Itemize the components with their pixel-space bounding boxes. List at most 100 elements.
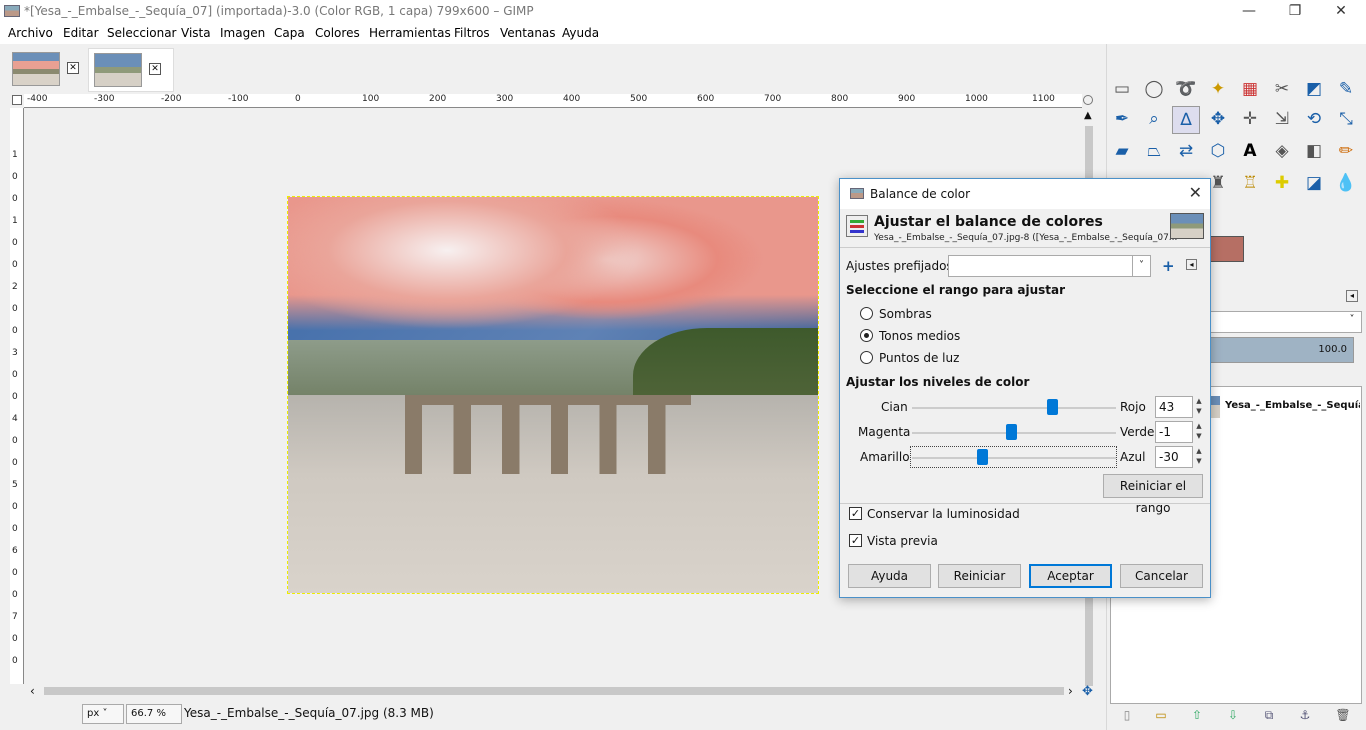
preserve-luminosity-label[interactable]: Conservar la luminosidad xyxy=(867,507,1020,521)
image-tab-2[interactable]: ✕ xyxy=(88,48,174,92)
scroll-up-icon[interactable]: ▲ xyxy=(1084,110,1092,121)
preset-menu-icon[interactable]: ◂ xyxy=(1186,259,1197,270)
new-layer-group-icon[interactable]: ▭ xyxy=(1151,708,1171,724)
cancel-button[interactable]: Cancelar xyxy=(1120,564,1203,588)
reset-range-button[interactable]: Reiniciar el rango xyxy=(1103,474,1203,515)
blur-icon[interactable]: ◪ xyxy=(1300,170,1328,198)
scissors-icon[interactable]: ✂ xyxy=(1268,76,1296,104)
color-picker-icon[interactable]: ✒ xyxy=(1108,106,1136,134)
yellow-blue-slider[interactable] xyxy=(912,457,1116,459)
foreground-color-swatch[interactable] xyxy=(1208,236,1244,262)
move-icon[interactable]: ✥ xyxy=(1204,106,1232,134)
close-window-button[interactable]: ✕ xyxy=(1318,0,1364,24)
foreground-select-icon[interactable]: ◩ xyxy=(1300,76,1328,104)
reset-button[interactable]: Reiniciar xyxy=(938,564,1021,588)
shear-icon[interactable]: ▰ xyxy=(1108,138,1136,166)
maximize-button[interactable]: ❐ xyxy=(1272,0,1318,24)
perspective-clone-icon[interactable]: ✚ xyxy=(1268,170,1296,198)
menu-archivo[interactable]: Archivo xyxy=(8,26,53,40)
text-icon[interactable]: A xyxy=(1236,138,1264,166)
cyan-red-value[interactable]: 43 xyxy=(1155,396,1193,418)
menu-filtros[interactable]: Filtros xyxy=(454,26,490,40)
transform-icon[interactable]: ⇲ xyxy=(1268,106,1296,134)
select-by-color-icon[interactable]: ▦ xyxy=(1236,76,1264,104)
tab-close-icon[interactable]: ✕ xyxy=(149,63,161,75)
radio-label-puntos-de-luz[interactable]: Puntos de luz xyxy=(879,351,959,365)
horizontal-scrollbar[interactable]: ‹ › xyxy=(24,684,1082,698)
magenta-green-value[interactable]: -1 xyxy=(1155,421,1193,443)
spin-arrows-icon[interactable]: ▲ ▼ xyxy=(1194,421,1204,443)
cyan-red-slider-thumb[interactable] xyxy=(1047,399,1058,415)
tab-close-icon[interactable]: ✕ xyxy=(67,62,79,74)
help-button[interactable]: Ayuda xyxy=(848,564,931,588)
spin-arrows-icon[interactable]: ▲ ▼ xyxy=(1194,396,1204,418)
add-preset-icon[interactable]: + xyxy=(1162,257,1175,275)
scrollbar-thumb[interactable] xyxy=(44,687,1064,695)
image-canvas[interactable] xyxy=(287,196,819,594)
radio-sombras[interactable] xyxy=(860,307,873,320)
navigate-move-icon[interactable]: ✥ xyxy=(1082,684,1093,699)
dialog-close-button[interactable]: ✕ xyxy=(1189,183,1202,202)
ruler-tick-label: 0 xyxy=(12,656,18,666)
scale-icon[interactable]: ⤡ xyxy=(1332,106,1360,134)
menu-imagen[interactable]: Imagen xyxy=(220,26,265,40)
opacity-field[interactable]: 100.0 xyxy=(1210,337,1354,363)
ok-button[interactable]: Aceptar xyxy=(1029,564,1112,588)
spin-arrows-icon[interactable]: ▲ ▼ xyxy=(1194,446,1204,468)
anchor-layer-icon[interactable]: ⚓ xyxy=(1295,708,1315,724)
panel-menu-icon[interactable]: ◂ xyxy=(1346,290,1358,302)
align-icon[interactable]: ✛ xyxy=(1236,106,1264,134)
radio-puntos-de-luz[interactable] xyxy=(860,351,873,364)
image-tab-1[interactable]: ✕ xyxy=(8,48,88,92)
preview-label[interactable]: Vista previa xyxy=(867,534,938,548)
radio-tonos-medios[interactable] xyxy=(860,329,873,342)
measure-icon[interactable]: ∆ xyxy=(1172,106,1200,134)
paths-icon[interactable]: ✎ xyxy=(1332,76,1360,104)
yellow-blue-slider-thumb[interactable] xyxy=(977,449,988,465)
presets-dropdown[interactable]: ˅ xyxy=(948,255,1151,277)
navigate-icon[interactable] xyxy=(1083,95,1093,105)
minimize-button[interactable]: — xyxy=(1226,0,1272,24)
radio-label-sombras[interactable]: Sombras xyxy=(879,307,932,321)
cyan-red-slider[interactable] xyxy=(912,407,1116,409)
rect-select-icon[interactable]: ▭ xyxy=(1108,76,1136,104)
menu-colores[interactable]: Colores xyxy=(315,26,360,40)
yellow-blue-value[interactable]: -30 xyxy=(1155,446,1193,468)
pencil-icon[interactable]: ✏ xyxy=(1332,138,1360,166)
menu-ayuda[interactable]: Ayuda xyxy=(562,26,599,40)
fuzzy-select-icon[interactable]: ✦ xyxy=(1204,76,1232,104)
zoom-selector[interactable]: 66.7 % xyxy=(126,704,182,724)
bucket-fill-icon[interactable]: ◈ xyxy=(1268,138,1296,166)
scroll-left-icon[interactable]: ‹ xyxy=(30,684,35,698)
menu-vista[interactable]: Vista xyxy=(181,26,211,40)
unit-selector[interactable]: px ˅ xyxy=(82,704,124,724)
quick-mask-toggle-icon[interactable] xyxy=(12,95,22,105)
gradient-icon[interactable]: ◧ xyxy=(1300,138,1328,166)
rotate-icon[interactable]: ⟲ xyxy=(1300,106,1328,134)
ellipse-select-icon[interactable]: ◯ xyxy=(1140,76,1168,104)
heal-icon[interactable]: ♖ xyxy=(1236,170,1264,198)
menu-ventanas[interactable]: Ventanas xyxy=(500,26,556,40)
cage-icon[interactable]: ⬡ xyxy=(1204,138,1232,166)
zoom-icon[interactable]: ⌕ xyxy=(1140,106,1168,134)
menu-herramientas[interactable]: Herramientas xyxy=(369,26,451,40)
menu-editar[interactable]: Editar xyxy=(63,26,99,40)
free-select-icon[interactable]: ➰ xyxy=(1172,76,1200,104)
menu-seleccionar[interactable]: Seleccionar xyxy=(107,26,176,40)
radio-label-tonos-medios[interactable]: Tonos medios xyxy=(879,329,960,343)
preview-checkbox[interactable]: ✓ xyxy=(849,534,862,547)
layer-row[interactable]: Yesa_-_Embalse_-_Sequía_07.jp xyxy=(1210,392,1360,420)
lower-layer-icon[interactable]: ⇩ xyxy=(1223,708,1243,724)
flip-icon[interactable]: ⇄ xyxy=(1172,138,1200,166)
smudge-icon[interactable]: 💧 xyxy=(1332,170,1360,198)
layer-mode-dropdown[interactable]: ˅ xyxy=(1210,311,1362,333)
delete-layer-icon[interactable]: 🗑 xyxy=(1333,708,1353,724)
new-layer-icon[interactable]: ▯ xyxy=(1117,708,1137,724)
preserve-luminosity-checkbox[interactable]: ✓ xyxy=(849,507,862,520)
magenta-green-slider-thumb[interactable] xyxy=(1006,424,1017,440)
duplicate-layer-icon[interactable]: ⧉ xyxy=(1259,708,1279,724)
raise-layer-icon[interactable]: ⇧ xyxy=(1187,708,1207,724)
perspective-icon[interactable]: ⏢ xyxy=(1140,138,1168,166)
menu-capa[interactable]: Capa xyxy=(274,26,305,40)
scroll-right-icon[interactable]: › xyxy=(1068,684,1073,698)
